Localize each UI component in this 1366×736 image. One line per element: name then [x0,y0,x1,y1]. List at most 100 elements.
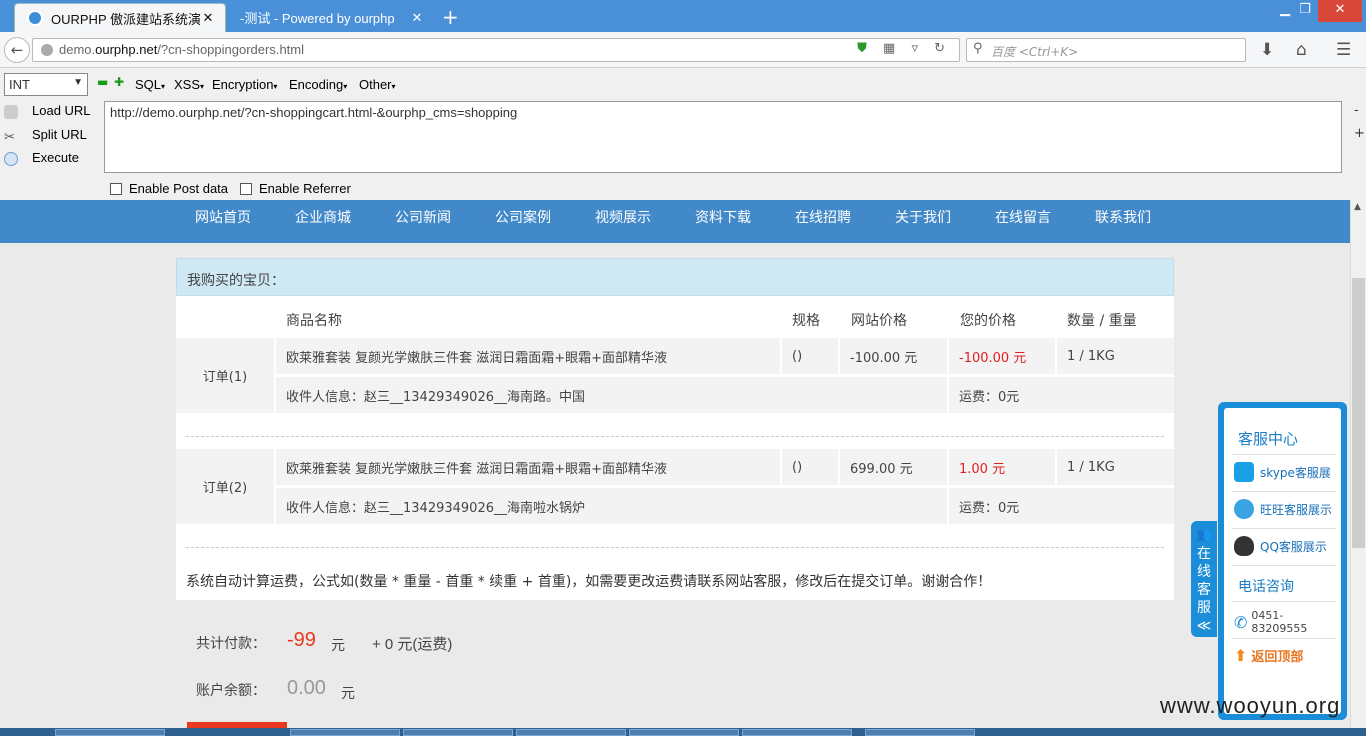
tab-close-icon[interactable]: ✕ [410,10,424,26]
service-tab-text: 在线客服 [1197,546,1211,616]
col-spec: 规格 [792,313,820,329]
nav-contact[interactable]: 联系我们 [1095,207,1151,227]
shipping-fee: 运费：0元 [949,377,1174,413]
divider [186,436,1164,437]
back-to-top-link[interactable]: ⬆ 返回顶部 [1234,646,1334,665]
scrollbar-thumb[interactable] [1352,278,1365,548]
browser-titlebar: OURPHP 傲派建站系统演... ✕ -测试 - Powered by our… [0,0,1366,32]
nav-cases[interactable]: 公司案例 [495,207,551,227]
divider [1232,565,1336,566]
address-bar[interactable]: demo.ourphp.net/?cn-shoppingorders.html … [32,38,960,62]
receiver-info: 收件人信息：赵三__13429349026__海南啦水锅炉 [276,488,947,524]
balance-label: 账户余额： [196,683,266,699]
menu-encryption[interactable]: Encryption▾ [212,77,277,92]
maximize-icon[interactable]: ❐ [1290,0,1320,22]
scissors-icon: ✂ [4,128,15,144]
total-unit: 元 [331,637,345,653]
type-select[interactable]: INT ▼ [4,73,88,96]
nav-news[interactable]: 公司新闻 [395,207,451,227]
product-spec: () [782,449,838,485]
taskbar-button[interactable] [403,729,513,736]
your-price: -100.00 元 [949,338,1055,374]
divider [1232,528,1336,529]
qty-weight: 1 / 1KG [1057,338,1174,374]
checkbox-box[interactable] [110,182,122,195]
people-icon: 👥 [1196,527,1212,541]
taskbar-button[interactable] [55,729,165,736]
col-your-price: 您的价格 [960,313,1016,329]
enable-referrer-checkbox[interactable]: Enable Referrer [240,181,351,196]
divider [1232,601,1336,602]
wangwang-icon [1234,499,1254,519]
order-label: 订单(1) [176,338,274,413]
site-price: -100.00 元 [840,338,947,374]
taskbar-button[interactable] [865,729,975,736]
nav-home[interactable]: 网站首页 [195,207,251,227]
split-url-button[interactable]: ✂ Split URL [4,127,87,147]
wangwang-service-link[interactable]: 旺旺客服展示 [1234,499,1334,519]
qq-penguin-icon [1234,536,1254,556]
nav-about[interactable]: 关于我们 [895,207,951,227]
chevron-down-icon: ▼ [73,77,83,88]
address-tools-icon[interactable]: ⛊ ▦ ▿ ↻ [857,41,951,56]
taskbar-button[interactable] [516,729,626,736]
window-close-icon[interactable]: ✕ [1318,0,1362,22]
menu-sql[interactable]: SQL▾ [135,77,165,92]
total-value: -99 [287,629,316,651]
home-icon[interactable]: ⌂ [1296,40,1307,60]
globe-icon [41,44,53,56]
orders-heading: 我购买的宝贝： [176,258,1174,296]
nav-video[interactable]: 视频展示 [595,207,651,227]
nav-shop[interactable]: 企业商城 [295,207,351,227]
tab-label: OURPHP 傲派建站系统演... [51,11,201,27]
menu-xss[interactable]: XSS▾ [174,77,204,92]
product-spec: () [782,338,838,374]
shipping-extra: + 0 元(运费) [372,636,453,653]
page-scrollbar[interactable]: ▲ [1350,200,1366,728]
expand-icon[interactable]: + [1354,126,1365,141]
taskbar-button[interactable] [290,729,400,736]
browser-navbar: ← demo.ourphp.net/?cn-shoppingorders.htm… [0,32,1366,68]
search-placeholder: 百度 <Ctrl+K> [991,45,1079,59]
scroll-up-icon[interactable]: ▲ [1354,202,1361,212]
receiver-info: 收件人信息：赵三__13429349026__海南路。中国 [276,377,947,413]
phone-icon: ✆ [1234,612,1248,632]
download-icon[interactable]: ⬇ [1260,40,1274,60]
nav-jobs[interactable]: 在线招聘 [795,207,851,227]
menu-icon[interactable]: ☰ [1336,40,1351,60]
nav-message[interactable]: 在线留言 [995,207,1051,227]
checkbox-box[interactable] [240,182,252,195]
watermark: www.wooyun.org [1160,693,1341,718]
load-url-button[interactable]: Load URL [4,103,91,123]
orders-panel: 我购买的宝贝： 商品名称 规格 网站价格 您的价格 数量 / 重量 订单(1) … [176,258,1174,600]
taskbar-button[interactable] [629,729,739,736]
nav-download[interactable]: 资料下载 [695,207,751,227]
total-label: 共计付款： [196,636,266,652]
address-url: demo.ourphp.net/?cn-shoppingorders.html [59,42,305,57]
product-name[interactable]: 欧莱雅套装 复颜光学嫩肤三件套 滋润日霜面霜+眼霜+面部精华液 [276,449,780,485]
service-title: 客服中心 [1238,430,1299,448]
tab-test[interactable]: -测试 - Powered by ourphp ✕ [228,3,434,32]
product-name[interactable]: 欧莱雅套装 复颜光学嫩肤三件套 滋润日霜面霜+眼霜+面部精华液 [276,338,780,374]
plus-icon[interactable]: ✚ [114,75,124,89]
tab-ourphp[interactable]: OURPHP 傲派建站系统演... ✕ [14,3,226,32]
enable-post-checkbox[interactable]: Enable Post data [110,181,228,196]
search-input[interactable]: ⚲ 百度 <Ctrl+K> [966,38,1246,62]
new-tab-icon[interactable]: + [442,5,459,29]
menu-encoding[interactable]: Encoding▾ [289,77,347,92]
os-taskbar [0,728,1366,736]
skype-service-link[interactable]: skype客服展 [1234,462,1334,482]
service-widget: 客服中心 skype客服展 旺旺客服展示 QQ客服展示 电话咨询 ✆ 0451-8… [1218,402,1347,720]
shrink-icon[interactable]: - [1354,103,1359,118]
taskbar-button[interactable] [742,729,852,736]
online-service-tab[interactable]: 👥 在线客服 ≪ [1191,521,1217,637]
hackbar-url-textarea[interactable]: http://demo.ourphp.net/?cn-shoppingcart.… [104,101,1342,173]
menu-other[interactable]: Other▾ [359,77,396,92]
collapse-icon[interactable]: ≪ [1191,617,1217,635]
minus-icon[interactable]: ▬ [97,75,108,89]
back-icon[interactable]: ← [4,37,30,63]
execute-button[interactable]: Execute [4,150,79,170]
tab-close-icon[interactable]: ✕ [201,10,215,26]
site-favicon-icon [27,10,43,26]
qq-service-link[interactable]: QQ客服展示 [1234,536,1334,556]
